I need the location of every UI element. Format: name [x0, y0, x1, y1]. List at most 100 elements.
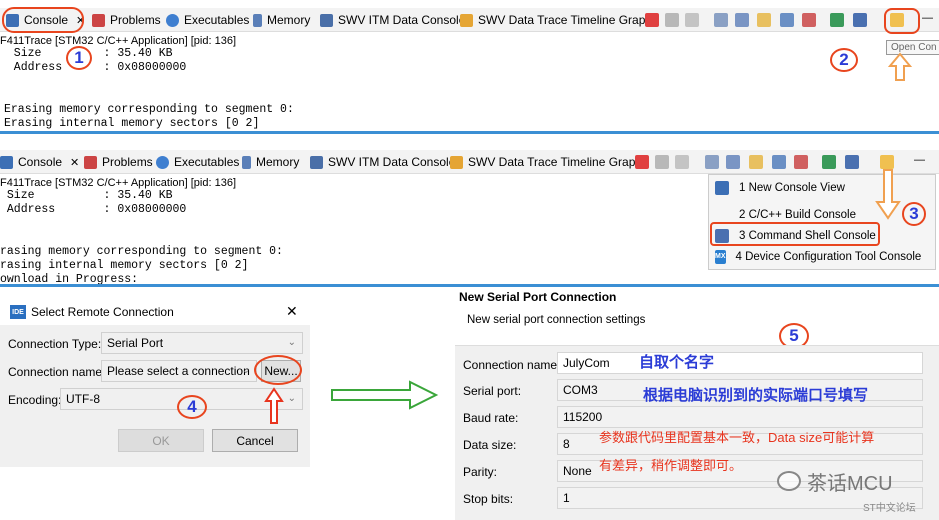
clear-console-icon[interactable] — [714, 13, 728, 27]
tab-problems[interactable]: Problems — [84, 153, 153, 171]
console-view-icon — [715, 180, 729, 195]
baud-rate-label: Baud rate: — [463, 411, 519, 425]
memory-icon — [253, 13, 262, 27]
tab-problems[interactable]: Problems — [92, 11, 161, 29]
marker-2: 2 — [830, 48, 858, 72]
problems-icon — [84, 155, 97, 169]
display-console-icon[interactable] — [845, 155, 859, 169]
menu-item-device-config-console[interactable]: MX 4 Device Configuration Tool Console — [709, 246, 921, 267]
remove-launch-icon[interactable] — [665, 13, 679, 27]
tab-console[interactable]: Console ✕ — [0, 153, 79, 171]
note-params-line1: 参数跟代码里配置基本一致，Data size可能计算 — [599, 430, 875, 445]
remove-all-icon[interactable] — [675, 155, 689, 169]
console-icon — [0, 155, 13, 169]
remove-launch-icon[interactable] — [655, 155, 669, 169]
console-line-1: Address : 0x08000000 — [0, 61, 187, 74]
clear-console-icon[interactable] — [705, 155, 719, 169]
chevron-down-icon: ⌄ — [287, 337, 296, 348]
dialog-close-icon[interactable]: ✕ — [286, 303, 298, 320]
marker-1: 1 — [66, 46, 92, 70]
minimize-icon[interactable]: — — [922, 12, 933, 24]
orange-down-arrow — [875, 169, 901, 220]
top-console-panel: Console ✕ Problems Executables Memory SW… — [0, 0, 939, 132]
show-console-stdout-icon[interactable] — [772, 155, 786, 169]
tab-executables[interactable]: Executables — [156, 153, 239, 171]
note-serial-port: 根据电脑识别到的实际端口号填写 — [643, 387, 869, 404]
executables-icon — [166, 13, 179, 27]
baud-rate-select[interactable]: 115200 — [557, 406, 923, 428]
pin-console-icon[interactable] — [822, 155, 836, 169]
note-connection-name: 自取个名字 — [639, 354, 715, 371]
connection-type-select[interactable]: Serial Port ⌄ — [101, 332, 303, 354]
mid-tab-bar: Console ✕ Problems Executables Memory SW… — [0, 150, 939, 174]
console-line-0: Size : 35.40 KB — [0, 189, 173, 202]
remove-all-icon[interactable] — [685, 13, 699, 27]
green-right-arrow — [331, 380, 439, 410]
watermark-main: 茶话MCU — [807, 473, 893, 495]
connection-name-label: Connection name: — [463, 358, 561, 372]
console-tab-highlight — [2, 7, 84, 33]
dialog-title: Select Remote Connection — [31, 305, 174, 319]
stop-bits-label: Stop bits: — [463, 492, 514, 506]
timeline-graph-icon — [450, 155, 463, 169]
tab-swv-itm[interactable]: SWV ITM Data Console — [310, 153, 455, 171]
orange-up-arrow — [888, 52, 912, 81]
select-remote-connection-dialog: IDE Select Remote Connection ✕ Connectio… — [0, 287, 310, 467]
app-line: F411Trace [STM32 C/C++ Application] [pid… — [0, 35, 237, 47]
connection-name-select[interactable]: Please select a connection ⌄ — [101, 360, 257, 382]
serial-title: New Serial Port Connection — [459, 290, 617, 304]
show-console-stderr-icon[interactable] — [794, 155, 808, 169]
marker-4: 4 — [177, 395, 207, 419]
tab-swv-itm[interactable]: SWV ITM Data Console — [320, 11, 465, 29]
serial-port-label: Serial port: — [463, 384, 522, 398]
parity-label: Parity: — [463, 465, 498, 479]
tab-swv-timeline[interactable]: SWV Data Trace Timeline Graph — [460, 11, 652, 29]
word-wrap-icon[interactable] — [749, 155, 763, 169]
tab-executables[interactable]: Executables — [166, 11, 249, 29]
tab-swv-timeline[interactable]: SWV Data Trace Timeline Graph — [450, 153, 642, 171]
chevron-down-icon: ⌄ — [287, 393, 296, 404]
stop-icon[interactable] — [635, 155, 649, 169]
command-shell-highlight — [710, 222, 880, 246]
mid-console-panel: Console ✕ Problems Executables Memory SW… — [0, 134, 939, 284]
console-line-4: Erasing memory corresponding to segment … — [4, 103, 294, 116]
stop-icon[interactable] — [645, 13, 659, 27]
memory-icon — [242, 155, 251, 169]
console-line-6: ownload in Progress: — [0, 273, 139, 284]
red-up-arrow — [264, 387, 284, 424]
wechat-icon — [777, 471, 801, 491]
tab-memory[interactable]: Memory — [253, 11, 310, 29]
chevron-down-icon: ⌄ — [241, 365, 250, 376]
watermark-sub: ST中文论坛 — [863, 503, 916, 514]
console-line-1: Address : 0x08000000 — [0, 203, 187, 216]
marker-3: 3 — [902, 202, 926, 226]
show-console-stderr-icon[interactable] — [802, 13, 816, 27]
pin-console-icon[interactable] — [830, 13, 844, 27]
console-line-5: rasing internal memory sectors [0 2] — [0, 259, 249, 272]
tab-memory[interactable]: Memory — [242, 153, 299, 171]
scroll-lock-icon[interactable] — [726, 155, 740, 169]
dialog-ide-icon: IDE — [10, 305, 26, 319]
open-console-icon[interactable] — [880, 155, 894, 169]
executables-icon — [156, 155, 169, 169]
minimize-icon[interactable]: — — [914, 154, 925, 166]
close-icon[interactable]: ✕ — [70, 156, 79, 169]
open-console-highlight — [884, 8, 920, 34]
cancel-button[interactable]: Cancel — [212, 429, 298, 452]
new-button-highlight — [254, 355, 302, 385]
top-tab-bar: Console ✕ Problems Executables Memory SW… — [0, 8, 939, 32]
connection-name-label: Connection name: — [8, 365, 106, 379]
serial-subtitle: New serial port connection settings — [467, 314, 646, 326]
mx-icon: MX — [715, 249, 726, 264]
console-line-4: rasing memory corresponding to segment 0… — [0, 245, 283, 258]
note-params-line2: 有差异，稍作调整即可。 — [599, 458, 743, 473]
connection-name-input[interactable]: JulyCom — [557, 352, 923, 374]
word-wrap-icon[interactable] — [757, 13, 771, 27]
app-line: F411Trace [STM32 C/C++ Application] [pid… — [0, 177, 237, 189]
scroll-lock-icon[interactable] — [735, 13, 749, 27]
ok-button[interactable]: OK — [118, 429, 204, 452]
swv-itm-icon — [320, 13, 333, 27]
show-console-stdout-icon[interactable] — [780, 13, 794, 27]
serial-port-panel: New Serial Port Connection New serial po… — [451, 287, 939, 520]
display-console-icon[interactable] — [853, 13, 867, 27]
